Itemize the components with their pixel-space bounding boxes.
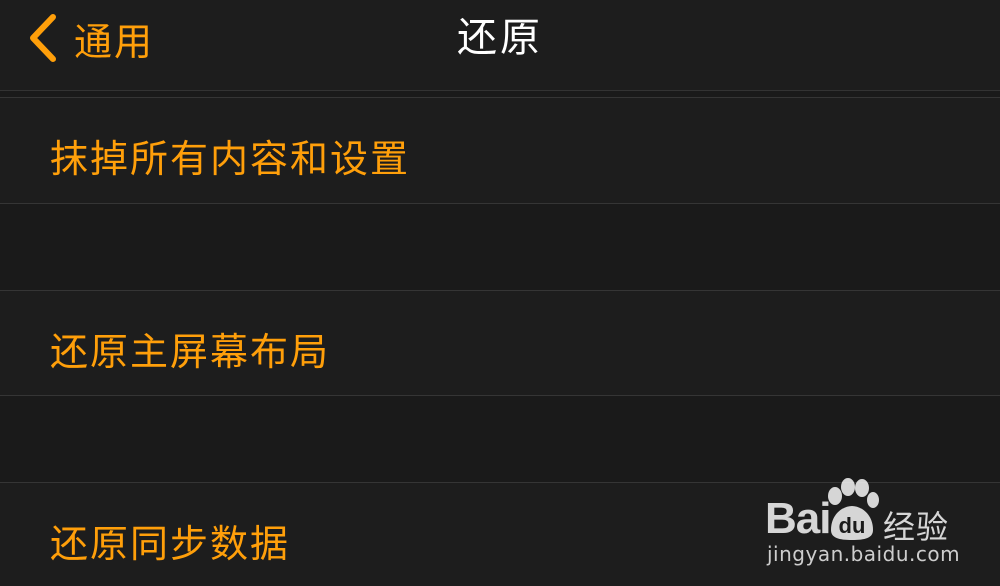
- section-gap: [0, 396, 1000, 482]
- reset-sync-data-label: 还原同步数据: [50, 522, 291, 566]
- page-title: 还原: [457, 15, 543, 61]
- paw-logo-icon: du: [823, 478, 881, 546]
- section-gap: [0, 204, 1000, 290]
- reset-home-screen-layout-row[interactable]: 还原主屏幕布局: [0, 290, 1000, 396]
- baidu-jingyan-watermark: Bai du 经验 jingyan.baidu.com: [765, 476, 965, 571]
- navigation-bar: 通用 还原: [0, 0, 1000, 91]
- reset-screen: 通用 还原 抹掉所有内容和设置 还原主屏幕布局 还原同步数据 Bai du 经验…: [0, 0, 1000, 586]
- watermark-url: jingyan.baidu.com: [767, 542, 961, 566]
- watermark-paw-text: du: [839, 513, 866, 538]
- reset-home-screen-layout-label: 还原主屏幕布局: [50, 330, 331, 374]
- erase-all-content-and-settings-label: 抹掉所有内容和设置: [50, 137, 411, 181]
- watermark-brand-text: Bai: [765, 494, 831, 543]
- erase-all-content-and-settings-row[interactable]: 抹掉所有内容和设置: [0, 97, 1000, 204]
